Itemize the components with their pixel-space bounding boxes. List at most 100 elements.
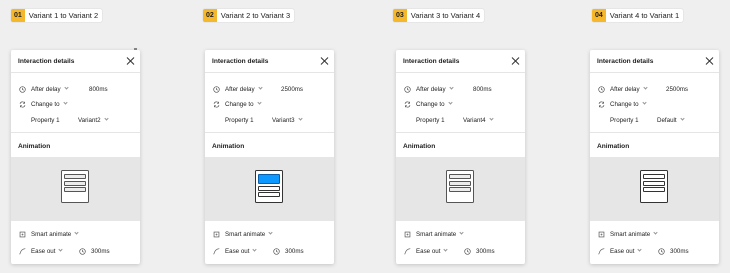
property-value-dropdown[interactable]: Variant4 xyxy=(463,117,486,124)
animation-heading: Animation xyxy=(403,143,436,150)
ease-curve-icon xyxy=(598,247,605,255)
trigger-row[interactable]: After delay 800ms xyxy=(396,84,525,94)
property-value-dropdown[interactable]: Variant3 xyxy=(272,117,295,124)
variant-preview-device xyxy=(61,170,89,203)
timer-icon xyxy=(658,247,665,255)
animate-row[interactable]: Smart animate xyxy=(205,229,334,239)
action-dropdown[interactable]: Change to xyxy=(610,101,639,108)
close-icon[interactable] xyxy=(705,57,713,65)
trigger-row[interactable]: After delay 2500ms xyxy=(590,84,719,94)
step-title: Variant 4 to Variant 1 xyxy=(609,11,680,20)
timer-icon xyxy=(464,247,471,255)
action-row[interactable]: Change to xyxy=(396,99,525,109)
animate-row[interactable]: Smart animate xyxy=(590,229,719,239)
easing-row[interactable]: Ease out 300ms xyxy=(11,246,140,256)
animate-dropdown[interactable]: Smart animate xyxy=(416,231,456,238)
step-label-2: 02 Variant 2 to Variant 3 xyxy=(203,9,295,22)
close-icon[interactable] xyxy=(126,57,134,65)
easing-dropdown[interactable]: Ease out xyxy=(416,248,440,255)
chevron-down-icon xyxy=(103,115,109,121)
animation-preview xyxy=(11,157,140,221)
divider xyxy=(205,132,334,133)
chevron-down-icon xyxy=(256,99,262,105)
animate-row[interactable]: Smart animate xyxy=(11,229,140,239)
duration-value[interactable]: 300ms xyxy=(670,248,689,255)
trigger-dropdown[interactable]: After delay xyxy=(225,86,255,93)
chevron-down-icon xyxy=(653,229,658,235)
trigger-row[interactable]: After delay 800ms xyxy=(11,84,140,94)
delay-value[interactable]: 2500ms xyxy=(281,86,303,93)
panel-title: Interaction details xyxy=(403,57,460,65)
easing-row[interactable]: Ease out 300ms xyxy=(590,246,719,256)
easing-dropdown[interactable]: Ease out xyxy=(610,248,634,255)
swap-icon xyxy=(19,100,26,108)
animation-preview xyxy=(205,157,334,221)
swap-icon xyxy=(213,100,220,108)
chevron-down-icon xyxy=(297,115,303,121)
variant-preview-device xyxy=(640,170,668,203)
trigger-dropdown[interactable]: After delay xyxy=(416,86,446,93)
property-row[interactable]: Property 1 Variant2 xyxy=(11,115,140,125)
chevron-down-icon xyxy=(642,84,648,90)
panel-title: Interaction details xyxy=(597,57,654,65)
step-number: 03 xyxy=(393,9,407,22)
property-value-dropdown[interactable]: Default xyxy=(657,117,677,124)
chevron-down-icon xyxy=(268,229,273,235)
close-icon[interactable] xyxy=(320,57,328,65)
panel-title: Interaction details xyxy=(18,57,75,65)
step-title: Variant 1 to Variant 2 xyxy=(28,11,99,20)
smart-animate-icon xyxy=(213,231,220,238)
trigger-row[interactable]: After delay 2500ms xyxy=(205,84,334,94)
chevron-down-icon xyxy=(641,99,647,105)
preview-bar xyxy=(449,174,471,179)
property-name: Property 1 xyxy=(31,116,60,124)
preview-bar xyxy=(643,187,665,192)
action-row[interactable]: Change to xyxy=(11,99,140,109)
divider xyxy=(590,132,719,133)
action-dropdown[interactable]: Change to xyxy=(225,101,254,108)
delay-value[interactable]: 800ms xyxy=(89,86,108,93)
chevron-down-icon xyxy=(637,246,643,252)
preview-bar xyxy=(64,180,86,186)
property-name: Property 1 xyxy=(610,116,639,124)
panel-title: Interaction details xyxy=(212,57,269,65)
animate-row[interactable]: Smart animate xyxy=(396,229,525,239)
close-icon[interactable] xyxy=(511,57,519,65)
chevron-down-icon xyxy=(62,99,68,105)
clock-icon xyxy=(598,85,605,93)
preview-bar xyxy=(643,180,665,186)
delay-value[interactable]: 2500ms xyxy=(666,86,688,93)
delay-value[interactable]: 800ms xyxy=(473,86,492,93)
action-row[interactable]: Change to xyxy=(205,99,334,109)
property-row[interactable]: Property 1 Variant3 xyxy=(205,115,334,125)
chevron-down-icon xyxy=(488,115,494,121)
animate-dropdown[interactable]: Smart animate xyxy=(610,231,650,238)
chevron-down-icon xyxy=(679,115,685,121)
animate-dropdown[interactable]: Smart animate xyxy=(225,231,265,238)
property-row[interactable]: Property 1 Default xyxy=(590,115,719,125)
trigger-dropdown[interactable]: After delay xyxy=(31,86,61,93)
chevron-down-icon xyxy=(257,84,263,90)
interaction-details-panel-4: Interaction details After delay 2500ms C… xyxy=(590,50,719,264)
trigger-dropdown[interactable]: After delay xyxy=(610,86,640,93)
action-row[interactable]: Change to xyxy=(590,99,719,109)
action-dropdown[interactable]: Change to xyxy=(416,101,445,108)
chevron-down-icon xyxy=(63,84,69,90)
property-row[interactable]: Property 1 Variant4 xyxy=(396,115,525,125)
step-number: 04 xyxy=(592,9,606,22)
duration-value[interactable]: 300ms xyxy=(91,248,110,255)
animation-heading: Animation xyxy=(212,143,245,150)
duration-value[interactable]: 300ms xyxy=(285,248,304,255)
duration-value[interactable]: 300ms xyxy=(476,248,495,255)
easing-row[interactable]: Ease out 300ms xyxy=(205,246,334,256)
action-dropdown[interactable]: Change to xyxy=(31,101,60,108)
property-value-dropdown[interactable]: Variant2 xyxy=(78,117,101,124)
chevron-down-icon xyxy=(443,246,449,252)
easing-dropdown[interactable]: Ease out xyxy=(31,248,55,255)
timer-icon xyxy=(79,247,86,255)
clock-icon xyxy=(19,85,26,93)
animate-dropdown[interactable]: Smart animate xyxy=(31,231,71,238)
animation-preview xyxy=(590,157,719,221)
easing-dropdown[interactable]: Ease out xyxy=(225,248,249,255)
easing-row[interactable]: Ease out 300ms xyxy=(396,246,525,256)
